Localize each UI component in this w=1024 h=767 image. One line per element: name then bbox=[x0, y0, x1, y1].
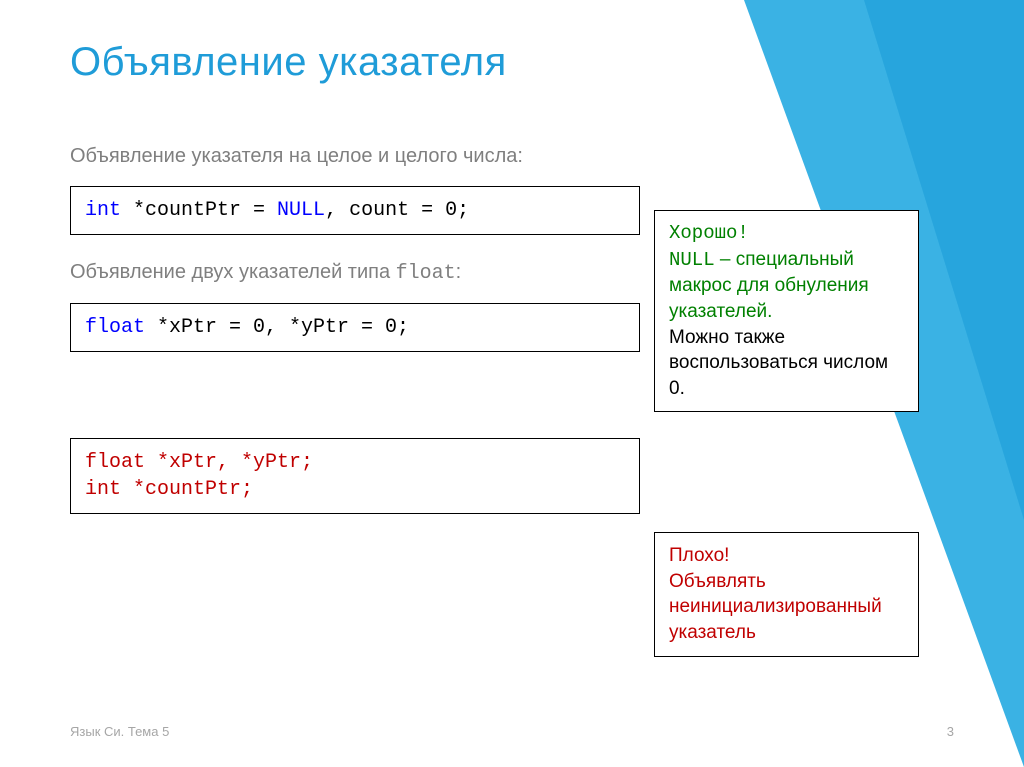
text2-a: Объявление двух указателей типа bbox=[70, 261, 396, 283]
good-line1: Хорошо! bbox=[669, 221, 904, 247]
code2-keyword-float: float bbox=[85, 316, 145, 339]
footer-page-number: 3 bbox=[947, 724, 954, 739]
text2-mono: float bbox=[396, 262, 456, 285]
text2-b: : bbox=[456, 261, 462, 283]
code3-keyword-float: float bbox=[85, 451, 145, 474]
callout-good: Хорошо! NULL – специальный макрос для об… bbox=[654, 210, 919, 412]
code-box-2: float *xPtr = 0, *yPtr = 0; bbox=[70, 303, 640, 352]
callout-bad: Плохо! Объявлять неинициализированный ук… bbox=[654, 532, 919, 657]
code1-seg2: , count = 0; bbox=[325, 199, 469, 222]
good-line3: Можно также воспользоваться числом 0. bbox=[669, 325, 904, 402]
code3-line1-rest: *xPtr, *yPtr; bbox=[145, 451, 313, 474]
good-null: NULL bbox=[669, 249, 715, 271]
code1-keyword-int: int bbox=[85, 199, 121, 222]
code2-seg1: *xPtr = 0, *yPtr = 0; bbox=[145, 316, 409, 339]
slide-footer: Язык Си. Тема 5 3 bbox=[70, 724, 954, 739]
intro-text-1: Объявление указателя на целое и целого ч… bbox=[70, 145, 954, 168]
slide-content: Объявление указателя Объявление указател… bbox=[0, 0, 1024, 767]
footer-left: Язык Си. Тема 5 bbox=[70, 724, 169, 739]
code-box-3: float *xPtr, *yPtr; int *countPtr; bbox=[70, 438, 640, 514]
slide-title: Объявление указателя bbox=[70, 40, 954, 85]
bad-line1: Плохо! bbox=[669, 543, 904, 569]
bad-line2: Объявлять неинициализированный указатель bbox=[669, 569, 904, 646]
code1-null: NULL bbox=[277, 199, 325, 222]
code3-line2-rest: *countPtr; bbox=[121, 478, 253, 501]
code3-keyword-int: int bbox=[85, 478, 121, 501]
code1-seg1: *countPtr = bbox=[121, 199, 277, 222]
code-box-1: int *countPtr = NULL, count = 0; bbox=[70, 186, 640, 235]
